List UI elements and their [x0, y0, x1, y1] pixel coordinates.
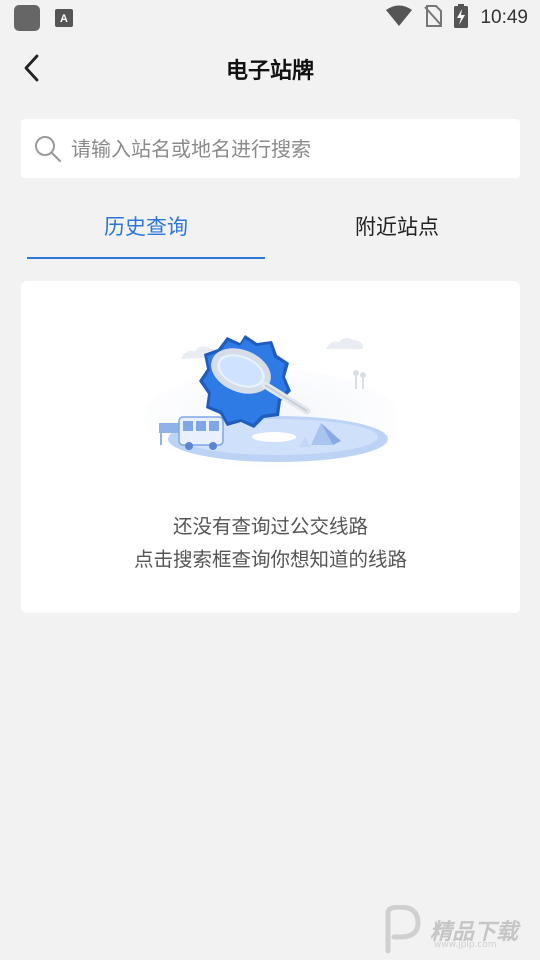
watermark: 精品下载 www.jplp.com — [380, 900, 540, 960]
wifi-icon — [386, 5, 413, 31]
status-bar: A 10:49 — [0, 0, 540, 36]
svg-text:A: A — [60, 13, 68, 25]
empty-state-card: 还没有查询过公交线路 点击搜索框查询你想知道的线路 — [21, 281, 520, 613]
header: 电子站牌 — [0, 36, 540, 102]
active-tab-indicator — [27, 257, 265, 259]
battery-charging-icon — [454, 4, 469, 32]
empty-message-line-1: 还没有查询过公交线路 — [172, 515, 368, 538]
no-sim-icon — [424, 5, 443, 31]
status-left: A — [14, 5, 74, 31]
status-right: 10:49 — [386, 4, 528, 32]
empty-message-line-2: 点击搜索框查询你想知道的线路 — [133, 548, 407, 571]
tab-history[interactable]: 历史查询 — [27, 196, 265, 256]
app-icon — [14, 5, 40, 31]
clock: 10:49 — [480, 7, 528, 28]
a-notification-icon: A — [54, 8, 74, 28]
page-title: 电子站牌 — [225, 59, 314, 84]
watermark-logo-icon — [385, 905, 421, 954]
back-button[interactable] — [14, 50, 50, 86]
chevron-left-icon — [24, 54, 39, 82]
search-icon — [35, 135, 62, 162]
tab-bar: 历史查询 附近站点 — [0, 196, 540, 260]
tab-nearby[interactable]: 附近站点 — [278, 196, 516, 256]
search-box[interactable] — [21, 119, 520, 178]
magnifier-badge-bus-illustration — [143, 335, 399, 469]
search-input[interactable] — [71, 136, 491, 161]
watermark-sub: www.jplp.com — [434, 940, 497, 950]
